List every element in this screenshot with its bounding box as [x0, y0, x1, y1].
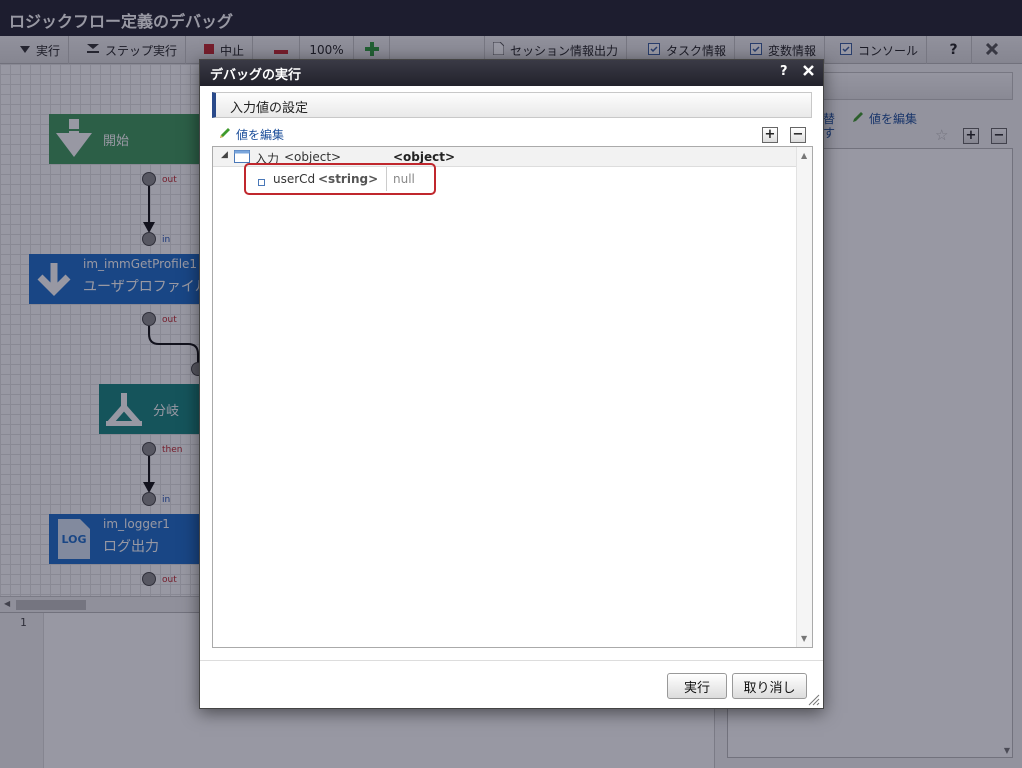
input-tree-grid: ◢ 入力 <object> <object> userCd <string> n…: [212, 146, 813, 648]
debug-run-dialog: デバッグの実行 ? 入力値の設定 値を編集 + − ◢ 入力 <object> …: [199, 59, 824, 709]
collapse-all-button[interactable]: −: [790, 127, 806, 143]
dialog-header: デバッグの実行 ?: [200, 60, 823, 86]
dialog-close-button[interactable]: [803, 65, 814, 80]
expand-all-button[interactable]: +: [762, 127, 778, 143]
run-button[interactable]: 実行: [667, 673, 727, 699]
scroll-up-icon[interactable]: ▲: [801, 151, 807, 160]
edit-value-label: 値を編集: [236, 128, 285, 142]
close-icon: [803, 65, 814, 76]
highlight-box: [244, 163, 436, 195]
dialog-help-button[interactable]: ?: [780, 64, 788, 79]
edit-value-link[interactable]: 値を編集: [218, 126, 284, 143]
tree-node-type: <object>: [284, 150, 342, 164]
resize-grip-icon[interactable]: [808, 694, 820, 709]
pencil-icon: [218, 126, 232, 143]
tree-node-value: <object>: [393, 150, 456, 164]
dialog-title: デバッグの実行: [210, 68, 302, 83]
scroll-down-icon[interactable]: ▼: [801, 634, 807, 643]
tree-vertical-scrollbar[interactable]: ▲ ▼: [796, 147, 812, 647]
collapse-triangle-icon[interactable]: ◢: [221, 150, 228, 160]
cancel-button[interactable]: 取り消し: [732, 673, 807, 699]
section-title: 入力値の設定: [212, 92, 812, 118]
dialog-footer: 実行 取り消し: [200, 660, 823, 708]
